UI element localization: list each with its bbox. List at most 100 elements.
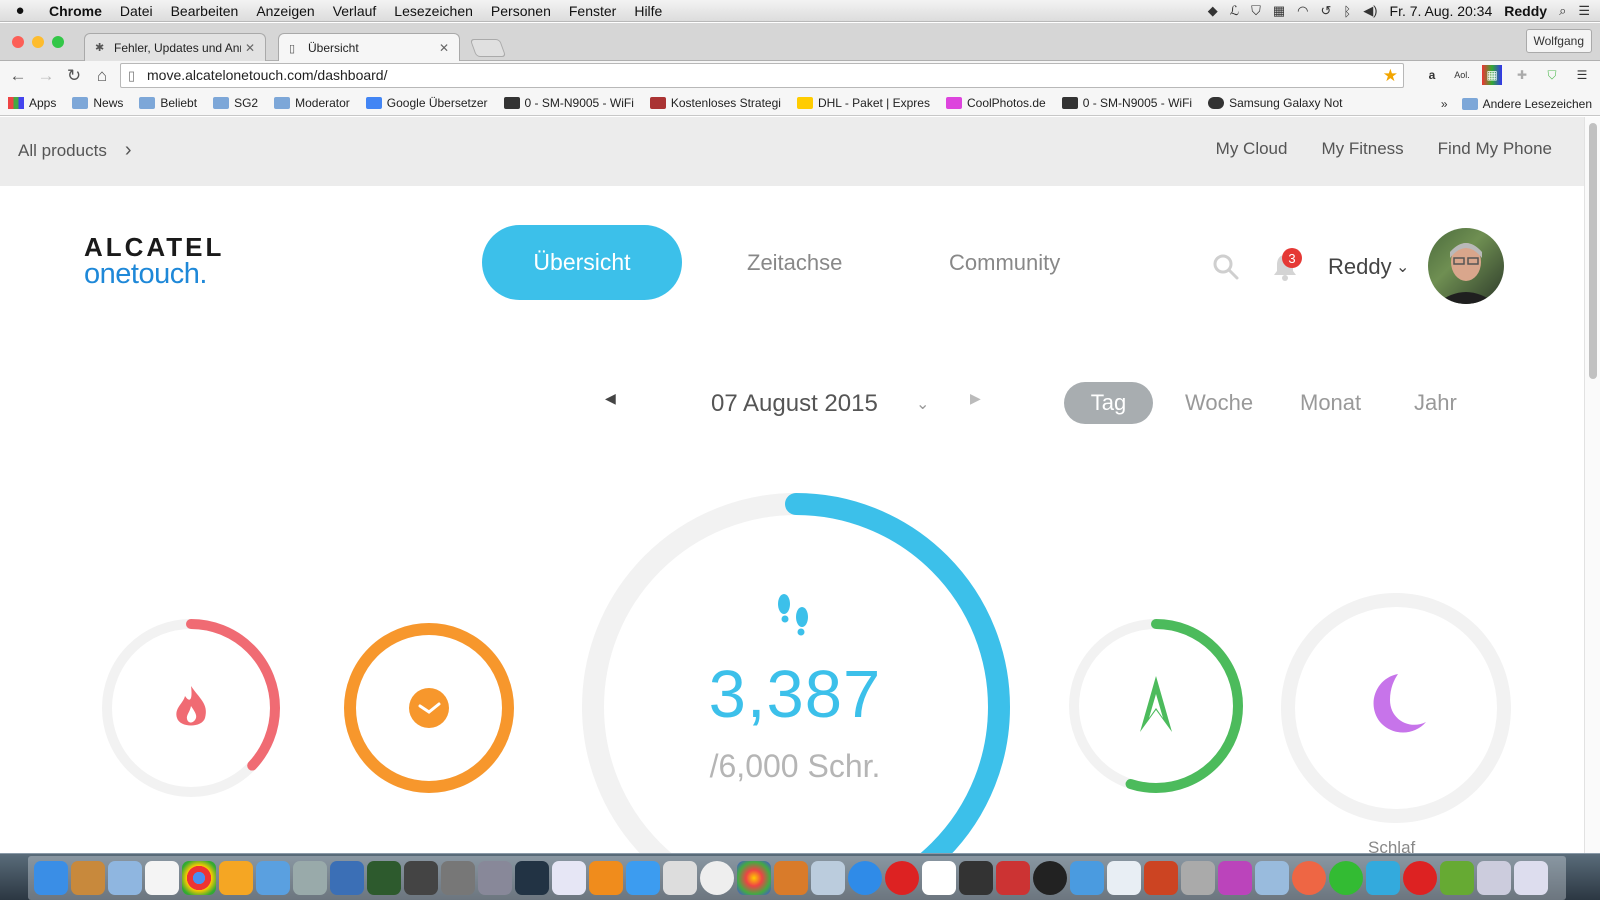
bookmark-apps[interactable]: Apps bbox=[8, 96, 56, 110]
text-edit-dock-icon[interactable] bbox=[1181, 861, 1215, 895]
amazon-extension-icon[interactable]: a bbox=[1422, 65, 1442, 85]
bookmark-news[interactable]: News bbox=[72, 96, 123, 110]
my-fitness-link[interactable]: My Fitness bbox=[1321, 139, 1403, 159]
finder-dock-icon[interactable] bbox=[34, 861, 68, 895]
opera-dock-icon[interactable] bbox=[885, 861, 919, 895]
bookmark-coolphotos[interactable]: CoolPhotos.de bbox=[945, 96, 1046, 110]
nav-uebersicht[interactable]: Übersicht bbox=[482, 225, 682, 300]
script-editor-dock-icon[interactable] bbox=[293, 861, 327, 895]
chevron-down-icon[interactable]: ⌄ bbox=[1396, 257, 1409, 277]
photo-booth-dock-icon[interactable] bbox=[996, 861, 1030, 895]
amazon-dock-icon[interactable] bbox=[589, 861, 623, 895]
address-bar[interactable]: ▯ move.alcatelonetouch.com/dashboard/ ★ bbox=[120, 63, 1404, 88]
spotlight-icon[interactable]: ⌕ bbox=[1559, 3, 1566, 19]
colorful-extension-icon[interactable]: ▦ bbox=[1482, 65, 1502, 85]
shield-icon[interactable]: ⛉ bbox=[1251, 3, 1261, 19]
mail-dock-icon[interactable] bbox=[1107, 861, 1141, 895]
zoom-window-button[interactable] bbox=[52, 36, 64, 48]
date-label[interactable]: 07 August 2015 bbox=[711, 390, 878, 418]
b-app-dock-icon[interactable] bbox=[1403, 861, 1437, 895]
chrome-menu-icon[interactable]: ☰ bbox=[1572, 65, 1592, 85]
app-store-dock-icon[interactable] bbox=[626, 861, 660, 895]
date-dropdown-icon[interactable]: ⌄ bbox=[916, 394, 929, 414]
photo-editor-dock-icon[interactable] bbox=[774, 861, 808, 895]
safari-dock-icon[interactable] bbox=[848, 861, 882, 895]
my-cloud-link[interactable]: My Cloud bbox=[1216, 139, 1288, 159]
minimize-window-button[interactable] bbox=[32, 36, 44, 48]
plus-extension-icon[interactable]: ✚ bbox=[1512, 65, 1532, 85]
volume-icon[interactable]: ◀) bbox=[1363, 3, 1377, 19]
downloads-dock-icon[interactable] bbox=[1070, 861, 1104, 895]
notes-dock-icon[interactable] bbox=[71, 861, 105, 895]
launchpad-dock-icon[interactable] bbox=[478, 861, 512, 895]
drop-dock-icon[interactable] bbox=[1366, 861, 1400, 895]
grid-app-dock-icon[interactable] bbox=[404, 861, 438, 895]
pages-dock-icon[interactable] bbox=[219, 861, 253, 895]
page-scrollbar[interactable] bbox=[1584, 117, 1600, 855]
time-machine-icon[interactable]: ↺ bbox=[1320, 3, 1331, 19]
bookmark-samsung-galaxy[interactable]: Samsung Galaxy Not bbox=[1208, 96, 1342, 110]
new-tab-button[interactable] bbox=[469, 39, 507, 57]
notification-center-icon[interactable]: ☰ bbox=[1578, 3, 1590, 19]
bookmark-strategie[interactable]: Kostenloses Strategi bbox=[649, 96, 781, 110]
back-icon[interactable]: ← bbox=[4, 66, 32, 86]
menu-fenster[interactable]: Fenster bbox=[560, 3, 625, 19]
reload-icon[interactable]: ↻ bbox=[60, 66, 88, 86]
close-tab-icon[interactable]: ✕ bbox=[439, 41, 449, 55]
flow-dock-icon[interactable] bbox=[1440, 861, 1474, 895]
bowling-dock-icon[interactable] bbox=[663, 861, 697, 895]
nav-community[interactable]: Community bbox=[949, 250, 1060, 276]
bookmark-dhl[interactable]: DHL - Paket | Expres bbox=[796, 96, 930, 110]
wifi-icon[interactable]: ◠ bbox=[1297, 3, 1308, 19]
home-icon[interactable]: ⌂ bbox=[88, 66, 116, 86]
close-tab-icon[interactable]: ✕ bbox=[245, 41, 255, 55]
next-date-icon[interactable]: ▶ bbox=[970, 390, 981, 407]
printer-dock-icon[interactable] bbox=[959, 861, 993, 895]
find-my-phone-link[interactable]: Find My Phone bbox=[1438, 139, 1552, 159]
menu-hilfe[interactable]: Hilfe bbox=[625, 3, 671, 19]
profile-button[interactable]: Wolfgang bbox=[1525, 29, 1592, 53]
user-menu[interactable]: Reddy bbox=[1328, 254, 1392, 280]
firefox-dock-icon[interactable] bbox=[1292, 861, 1326, 895]
golf-dock-icon[interactable] bbox=[700, 861, 734, 895]
itunes-dock-icon[interactable] bbox=[552, 861, 586, 895]
display-dock-icon[interactable] bbox=[1218, 861, 1252, 895]
aol-extension-icon[interactable]: Aol. bbox=[1452, 65, 1472, 85]
bookmark-beliebt[interactable]: Beliebt bbox=[139, 96, 197, 110]
preview-dock-icon[interactable] bbox=[108, 861, 142, 895]
period-tab-tag[interactable]: Tag bbox=[1064, 382, 1153, 424]
terminal-dock-icon[interactable] bbox=[367, 861, 401, 895]
sleep-ring[interactable] bbox=[1278, 590, 1514, 826]
menubar-clock[interactable]: Fr. 7. Aug. 20:34 bbox=[1390, 3, 1493, 19]
tab-uebersicht[interactable]: ▯ Übersicht ✕ bbox=[278, 33, 460, 62]
menu-verlauf[interactable]: Verlauf bbox=[324, 3, 386, 19]
page-info-icon[interactable]: ▯ bbox=[128, 64, 135, 87]
period-tab-woche[interactable]: Woche bbox=[1185, 390, 1253, 416]
bluetooth-icon[interactable]: ᛒ bbox=[1343, 4, 1351, 19]
grid-icon[interactable]: ▦ bbox=[1273, 3, 1285, 19]
menu-datei[interactable]: Datei bbox=[111, 3, 162, 19]
close-window-button[interactable] bbox=[12, 36, 24, 48]
bookmark-sm-n9005-1[interactable]: 0 - SM-N9005 - WiFi bbox=[503, 96, 634, 110]
menu-chrome[interactable]: Chrome bbox=[40, 3, 111, 19]
distance-ring[interactable] bbox=[1064, 614, 1248, 798]
game-dock-icon[interactable] bbox=[1144, 861, 1178, 895]
network-dock-icon[interactable] bbox=[330, 861, 364, 895]
scrollbar-thumb[interactable] bbox=[1589, 123, 1597, 379]
disk-utility-dock-icon[interactable] bbox=[1255, 861, 1289, 895]
bookmark-sg2[interactable]: SG2 bbox=[213, 96, 258, 110]
time-machine-dock-icon[interactable] bbox=[515, 861, 549, 895]
bookmark-moderator[interactable]: Moderator bbox=[274, 96, 350, 110]
menu-personen[interactable]: Personen bbox=[482, 3, 560, 19]
bookmark-google-uebersetzer[interactable]: Google Übersetzer bbox=[365, 96, 488, 110]
avatar[interactable] bbox=[1428, 228, 1504, 304]
menubar-user[interactable]: Reddy bbox=[1504, 3, 1547, 19]
bookmarks-overflow-chevron[interactable]: » bbox=[1441, 97, 1448, 111]
period-tab-monat[interactable]: Monat bbox=[1300, 390, 1361, 416]
menu-bearbeiten[interactable]: Bearbeiten bbox=[162, 3, 248, 19]
grid-dock-icon[interactable] bbox=[922, 861, 956, 895]
notification-icon[interactable]: ◆ bbox=[1208, 3, 1218, 19]
search-icon[interactable] bbox=[1212, 253, 1240, 281]
active-time-ring[interactable] bbox=[337, 616, 521, 800]
previous-date-icon[interactable]: ◀ bbox=[605, 390, 616, 407]
